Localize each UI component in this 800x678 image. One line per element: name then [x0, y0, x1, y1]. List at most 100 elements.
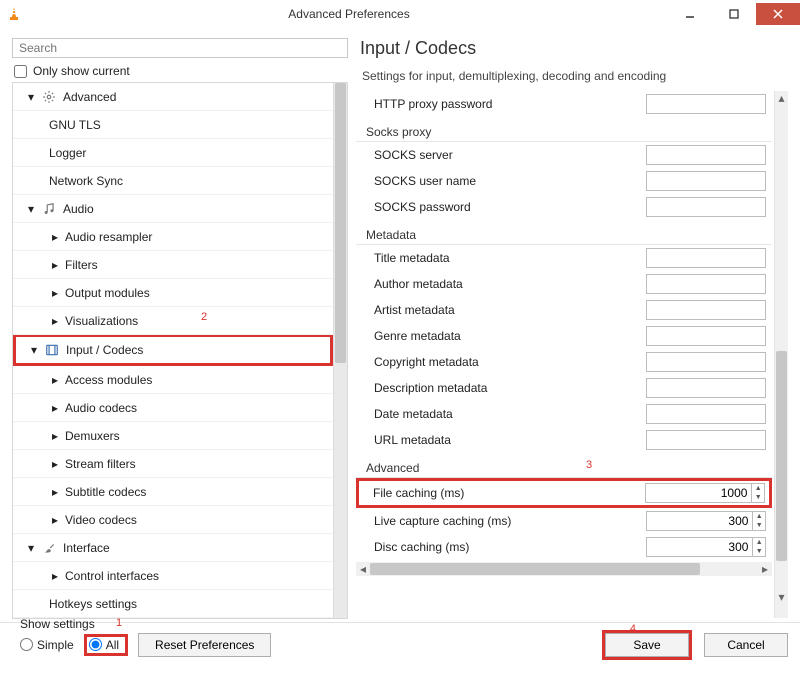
chevron-down-icon: ▾	[25, 203, 37, 215]
file-caching-input[interactable]	[646, 486, 751, 500]
chevron-right-icon: ▸	[49, 458, 61, 470]
right-panel: Input / Codecs Settings for input, demul…	[356, 38, 788, 618]
radio-simple[interactable]: Simple	[20, 638, 74, 652]
tree-item-control-interfaces[interactable]: ▸Control interfaces	[13, 562, 333, 590]
row-file-caching: File caching (ms) ▲▼	[356, 478, 772, 508]
title-meta-input[interactable]	[646, 248, 766, 268]
description-meta-input[interactable]	[646, 378, 766, 398]
row-socks-user: SOCKS user name	[356, 168, 772, 194]
socks-password-input[interactable]	[646, 197, 766, 217]
maximize-button[interactable]	[712, 3, 756, 25]
tree-item-demuxers[interactable]: ▸Demuxers	[13, 422, 333, 450]
show-settings-label: Show settings	[20, 617, 95, 631]
reset-preferences-button[interactable]: Reset Preferences	[138, 633, 271, 657]
tree-item-video-codecs[interactable]: ▸Video codecs	[13, 506, 333, 534]
tree-item-audio-resampler[interactable]: ▸Audio resampler	[13, 223, 333, 251]
radio-all-highlight: All	[84, 634, 128, 656]
disc-caching-input[interactable]	[647, 540, 752, 554]
tree-item-output-modules[interactable]: ▸Output modules	[13, 279, 333, 307]
group-metadata: Metadata	[356, 224, 772, 245]
annotation-4: 4	[630, 623, 636, 635]
cancel-button[interactable]: Cancel	[704, 633, 788, 657]
disc-caching-spinner[interactable]: ▲▼	[646, 537, 766, 557]
spin-down-icon[interactable]: ▼	[752, 493, 764, 502]
scroll-up-icon[interactable]: ▴	[775, 91, 788, 105]
scroll-right-icon[interactable]: ▸	[758, 562, 772, 576]
horizontal-scrollbar[interactable]: ◂ ▸	[356, 562, 772, 576]
scroll-thumb[interactable]	[335, 83, 346, 363]
radio-all-input[interactable]	[89, 638, 102, 651]
save-highlight: Save	[602, 630, 692, 660]
artist-meta-input[interactable]	[646, 300, 766, 320]
scroll-down-icon[interactable]: ▾	[775, 590, 788, 604]
tree-item-hotkeys-settings[interactable]: Hotkeys settings	[13, 590, 333, 618]
chevron-right-icon: ▸	[49, 287, 61, 299]
spin-down-icon[interactable]: ▼	[753, 521, 765, 530]
chevron-right-icon: ▸	[49, 231, 61, 243]
annotation-3: 3	[586, 459, 592, 471]
row-copyright-meta: Copyright metadata	[356, 349, 772, 375]
only-show-current[interactable]: Only show current	[14, 64, 348, 78]
genre-meta-input[interactable]	[646, 326, 766, 346]
minimize-button[interactable]	[668, 3, 712, 25]
window-title: Advanced Preferences	[30, 7, 668, 21]
author-meta-input[interactable]	[646, 274, 766, 294]
gear-icon	[41, 89, 57, 105]
tree-item-access-modules[interactable]: ▸Access modules	[13, 366, 333, 394]
tree-item-subtitle-codecs[interactable]: ▸Subtitle codecs	[13, 478, 333, 506]
spin-up-icon[interactable]: ▲	[752, 484, 764, 493]
radio-all[interactable]: All	[89, 638, 119, 652]
tree-item-audio[interactable]: ▾ Audio	[13, 195, 333, 223]
chevron-right-icon: ▸	[49, 430, 61, 442]
spin-up-icon[interactable]: ▲	[753, 538, 765, 547]
http-proxy-password-input[interactable]	[646, 94, 766, 114]
settings-scrollbar[interactable]: ▴ ▾	[774, 91, 788, 618]
socks-server-input[interactable]	[646, 145, 766, 165]
spin-down-icon[interactable]: ▼	[753, 547, 765, 556]
tree-item-filters[interactable]: ▸Filters	[13, 251, 333, 279]
tree-item-stream-filters[interactable]: ▸Stream filters	[13, 450, 333, 478]
vscroll-thumb[interactable]	[776, 351, 787, 561]
page-subtitle: Settings for input, demultiplexing, deco…	[362, 69, 788, 83]
chevron-right-icon: ▸	[49, 259, 61, 271]
hscroll-thumb[interactable]	[370, 563, 700, 575]
row-date-meta: Date metadata	[356, 401, 772, 427]
live-caching-spinner[interactable]: ▲▼	[646, 511, 766, 531]
copyright-meta-input[interactable]	[646, 352, 766, 372]
url-meta-input[interactable]	[646, 430, 766, 450]
tree-item-network-sync[interactable]: Network Sync	[13, 167, 333, 195]
close-button[interactable]	[756, 3, 800, 25]
category-tree[interactable]: ▾ Advanced GNU TLS Logger Network Sync ▾…	[13, 83, 333, 618]
scroll-left-icon[interactable]: ◂	[356, 562, 370, 576]
left-panel: Only show current ▾ Advanced GNU TLS Log…	[12, 38, 348, 618]
group-advanced: Advanced 3	[356, 457, 772, 478]
music-note-icon	[41, 201, 57, 217]
file-caching-spinner[interactable]: ▲▼	[645, 483, 765, 503]
live-caching-input[interactable]	[647, 514, 752, 528]
chevron-right-icon: ▸	[49, 486, 61, 498]
row-http-proxy-password: HTTP proxy password	[356, 91, 772, 117]
chevron-right-icon: ▸	[49, 570, 61, 582]
tree-item-advanced[interactable]: ▾ Advanced	[13, 83, 333, 111]
save-button[interactable]: Save	[605, 633, 689, 657]
tree-item-interface[interactable]: ▾ Interface	[13, 534, 333, 562]
tree-item-input-codecs[interactable]: ▾ Input / Codecs	[13, 334, 333, 366]
radio-simple-input[interactable]	[20, 638, 33, 651]
titlebar: Advanced Preferences	[0, 0, 800, 28]
chevron-right-icon: ▸	[49, 374, 61, 386]
annotation-2: 2	[201, 311, 207, 323]
tree-item-audio-codecs[interactable]: ▸Audio codecs	[13, 394, 333, 422]
date-meta-input[interactable]	[646, 404, 766, 424]
search-input[interactable]	[12, 38, 348, 58]
tree-item-logger[interactable]: Logger	[13, 139, 333, 167]
row-genre-meta: Genre metadata	[356, 323, 772, 349]
spin-up-icon[interactable]: ▲	[753, 512, 765, 521]
tree-item-gnu-tls[interactable]: GNU TLS	[13, 111, 333, 139]
tree-scrollbar[interactable]	[333, 83, 347, 618]
settings-list: HTTP proxy password Socks proxy SOCKS se…	[356, 91, 774, 618]
chevron-right-icon: ▸	[49, 402, 61, 414]
tree-item-visualizations[interactable]: ▸Visualizations 2	[13, 307, 333, 335]
chevron-right-icon: ▸	[49, 315, 61, 327]
only-show-current-checkbox[interactable]	[14, 65, 27, 78]
socks-user-input[interactable]	[646, 171, 766, 191]
